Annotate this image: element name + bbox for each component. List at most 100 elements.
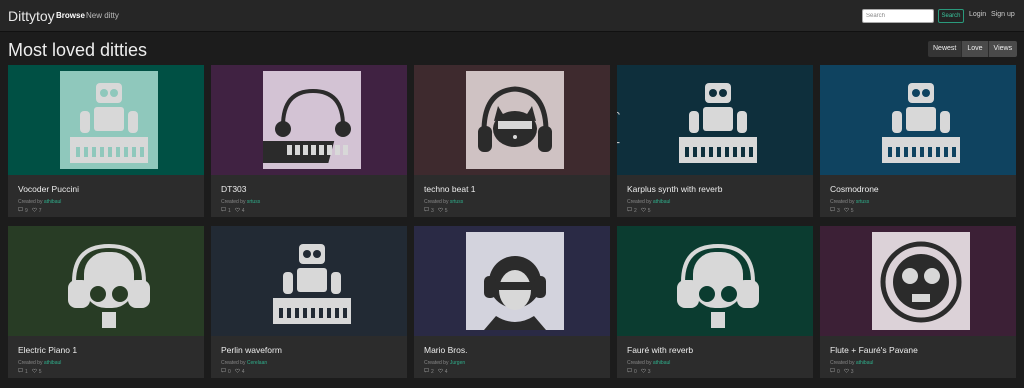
author-link[interactable]: athibaul: [44, 360, 62, 366]
ditty-card[interactable]: Vocoder Puccini Vocoder Puccini Created …: [8, 65, 204, 217]
comment-count: 3: [431, 207, 434, 214]
author-link[interactable]: srtuss: [856, 199, 869, 205]
synthesizer-icon: [248, 71, 361, 169]
author-link[interactable]: athibaul: [44, 199, 62, 205]
ditty-thumbnail[interactable]: Flute + Fauré's Pavane: [820, 226, 1016, 336]
comment-count: 2: [431, 368, 434, 375]
page-title: Most loved ditties: [8, 40, 148, 60]
ditty-credit: Created by srtuss: [221, 199, 261, 205]
astronaut-icon: [872, 232, 970, 330]
signup-link[interactable]: Sign up: [991, 11, 1015, 18]
ditty-title[interactable]: Fauré with reverb: [627, 345, 693, 355]
thumbnail-title: Perlin waveform: [211, 243, 214, 322]
love-count: 4: [241, 368, 245, 375]
thumbnail-title: Flute + Fauré's Pavane: [820, 226, 823, 322]
ditty-credit: Created by Cerelaan: [221, 360, 268, 366]
sort-newest-button[interactable]: Newest: [928, 41, 963, 57]
comment-count: 0: [228, 368, 231, 375]
brand-logo[interactable]: Dittytoy: [8, 8, 55, 24]
ditty-thumbnail[interactable]: Vocoder Puccini: [8, 65, 204, 175]
ditty-credit: Created by athibaul: [830, 360, 874, 366]
ditty-thumbnail[interactable]: Fauré with reverb: [617, 226, 813, 336]
ditty-thumbnail[interactable]: Perlin waveform: [211, 226, 407, 336]
heart-icon: [234, 368, 240, 375]
ditty-title[interactable]: Vocoder Puccini: [18, 184, 79, 194]
headphones-person-icon: [466, 232, 564, 330]
author-link[interactable]: srtuss: [450, 199, 463, 205]
comment-icon: [424, 207, 429, 214]
ditty-card[interactable]: DT303 DT303 Created by srtuss 1 4: [211, 65, 407, 217]
sort-button-group: Newest Love Views: [928, 41, 1018, 57]
heart-icon: [640, 368, 646, 375]
comment-icon: [221, 207, 226, 214]
author-link[interactable]: Cerelaan: [247, 360, 267, 366]
nav-browse-link[interactable]: Browse: [56, 11, 85, 20]
ditty-stats: 1 5: [18, 368, 42, 375]
ditty-credit: Created by srtuss: [424, 199, 464, 205]
ditty-card[interactable]: Mario Bros. Mario Bros. Created by Jurge…: [414, 226, 610, 378]
author-link[interactable]: athibaul: [653, 199, 671, 205]
comment-count: 2: [634, 207, 637, 214]
search-input[interactable]: [862, 9, 934, 23]
love-count: 3: [647, 368, 651, 375]
ditty-stats: 9 7: [18, 207, 42, 214]
robot-dj-icon: [263, 232, 361, 330]
comment-count: 0: [634, 368, 637, 375]
heart-icon: [437, 207, 443, 214]
author-link[interactable]: Jurgen: [450, 360, 465, 366]
thumbnail-title: Electric Piano 1: [8, 246, 11, 322]
love-count: 7: [38, 207, 42, 214]
ditty-card[interactable]: Cosmodrone Cosmodrone Created by srtuss …: [820, 65, 1016, 217]
heart-icon: [31, 207, 37, 214]
author-link[interactable]: athibaul: [856, 360, 874, 366]
ditty-stats: 0 3: [627, 368, 651, 375]
heart-icon: [234, 207, 240, 214]
ditty-thumbnail[interactable]: DT303: [211, 65, 407, 175]
ditty-stats: 0 4: [221, 368, 245, 375]
ditty-title[interactable]: techno beat 1: [424, 184, 476, 194]
ditty-title[interactable]: Karplus synth with reverb: [627, 184, 722, 194]
thumbnail-title: Mario Bros.: [414, 265, 417, 322]
sort-love-button[interactable]: Love: [962, 41, 989, 57]
heart-icon: [31, 368, 37, 375]
ditty-credit: Created by Jurgen: [424, 360, 466, 366]
ditty-title[interactable]: Perlin waveform: [221, 345, 282, 355]
ditty-card[interactable]: techno beat 1 techno beat 1 Created by s…: [414, 65, 610, 217]
ditty-title[interactable]: Cosmodrone: [830, 184, 879, 194]
ditty-stats: 2 5: [627, 207, 651, 214]
sort-views-button[interactable]: Views: [988, 41, 1018, 57]
robot-headphones-icon: [60, 232, 158, 330]
ditty-title[interactable]: Electric Piano 1: [18, 345, 77, 355]
comment-icon: [221, 368, 226, 375]
ditty-card[interactable]: Perlin waveform Perlin waveform Created …: [211, 226, 407, 378]
author-link[interactable]: athibaul: [653, 360, 671, 366]
thumbnail-title: Cosmodrone: [820, 98, 823, 161]
search-button[interactable]: Search: [938, 9, 964, 23]
ditty-card[interactable]: Electric Piano 1 Electric Piano 1 Create…: [8, 226, 204, 378]
love-count: 5: [647, 207, 651, 214]
heart-icon: [640, 207, 646, 214]
ditty-thumbnail[interactable]: Cosmodrone: [820, 65, 1016, 175]
ditty-thumbnail[interactable]: techno beat 1: [414, 65, 610, 175]
love-count: 5: [38, 368, 42, 375]
author-link[interactable]: srtuss: [247, 199, 260, 205]
ditty-card[interactable]: Karplus synth with reverb Karplus synth …: [617, 65, 813, 217]
comment-count: 1: [228, 207, 231, 214]
comment-count: 9: [25, 207, 28, 214]
ditty-stats: 1 4: [221, 207, 245, 214]
ditty-stats: 3 5: [830, 207, 854, 214]
nav-new-ditty-link[interactable]: New ditty: [86, 11, 119, 20]
ditty-title[interactable]: Flute + Fauré's Pavane: [830, 345, 918, 355]
ditty-card[interactable]: Fauré with reverb Fauré with reverb Crea…: [617, 226, 813, 378]
login-link[interactable]: Login: [969, 11, 986, 18]
ditty-title[interactable]: Mario Bros.: [424, 345, 467, 355]
heart-icon: [843, 368, 849, 375]
ditty-credit: Created by athibaul: [18, 360, 62, 366]
thumbnail-title: Vocoder Puccini: [8, 82, 11, 161]
ditty-card[interactable]: Flute + Fauré's Pavane Flute + Fauré's P…: [820, 226, 1016, 378]
ditty-title[interactable]: DT303: [221, 184, 247, 194]
cat-headphones-icon: [466, 71, 564, 169]
ditty-thumbnail[interactable]: Karplus synth with reverb: [617, 65, 813, 175]
ditty-thumbnail[interactable]: Electric Piano 1: [8, 226, 204, 336]
ditty-thumbnail[interactable]: Mario Bros.: [414, 226, 610, 336]
